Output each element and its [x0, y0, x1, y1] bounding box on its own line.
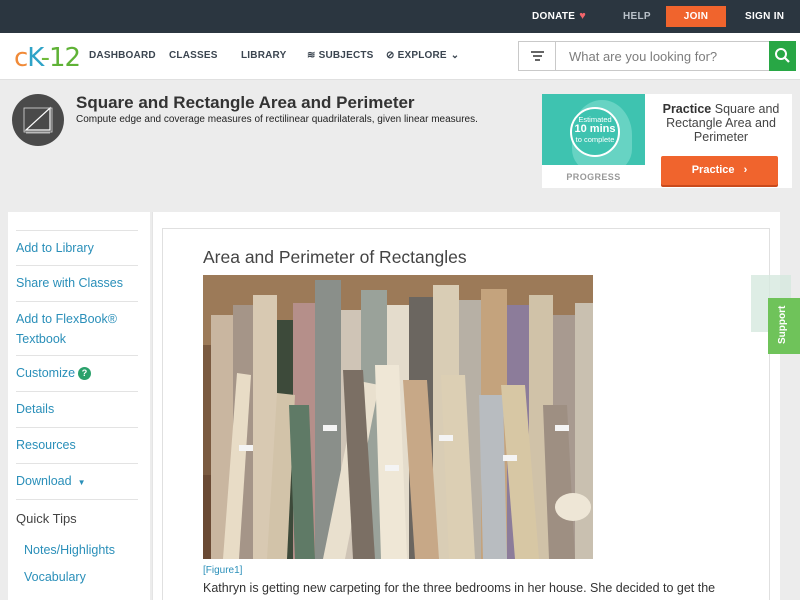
estimate-line-3: to complete [575, 135, 615, 144]
practice-thumbnail[interactable]: Estimated 10 mins to complete [542, 94, 645, 165]
add-to-flexbook-link[interactable]: Add to FlexBook® Textbook [16, 302, 138, 356]
content-card: Area and Perimeter of Rectangles [Figure… [162, 228, 770, 600]
resources-link[interactable]: Resources [16, 428, 138, 464]
logo-k: K [27, 43, 41, 73]
estimate-line-2: 10 mins [574, 123, 616, 135]
details-link[interactable]: Details [16, 392, 138, 428]
notes-highlights-link[interactable]: Notes/Highlights [24, 543, 115, 557]
filter-line-2 [533, 55, 542, 57]
support-label: Support [777, 305, 788, 344]
chevron-right-icon: › [743, 164, 748, 176]
search-bar [518, 41, 796, 71]
practice-button[interactable]: Practice › [661, 156, 778, 185]
heart-icon: ♥ [579, 10, 587, 22]
page-subtitle: Compute edge and coverage measures of re… [76, 114, 478, 125]
page-title: Square and Rectangle Area and Perimeter [76, 93, 415, 112]
download-link[interactable]: Download ▼ [16, 464, 138, 500]
nav-classes[interactable]: CLASSES [169, 50, 218, 61]
search-button[interactable] [769, 41, 796, 71]
chevron-down-icon: ⌄ [450, 50, 460, 61]
logo-dash: - [40, 43, 50, 73]
add-to-library-link[interactable]: Add to Library [16, 230, 138, 266]
sign-in-link[interactable]: SIGN IN [745, 0, 784, 33]
join-button[interactable]: JOIN [666, 6, 726, 27]
support-tab[interactable]: Support [768, 298, 800, 354]
filter-button[interactable] [519, 42, 556, 70]
progress-label: PROGRESS [566, 172, 621, 182]
practice-button-label: Practice [691, 164, 735, 176]
practice-card: Estimated 10 mins to complete PROGRESS P… [542, 94, 792, 188]
help-circle-icon: ? [78, 367, 92, 380]
nav-explore[interactable]: ⊘ EXPLORE ⌄ [386, 50, 459, 61]
figure-caption[interactable]: [Figure1] [203, 565, 242, 576]
search-input[interactable] [557, 42, 769, 70]
main-nav: cK-12 DASHBOARD CLASSES LIBRARY ≋ SUBJECT… [0, 33, 800, 80]
concept-icon [12, 94, 64, 146]
nav-subjects[interactable]: ≋ SUBJECTS [307, 50, 374, 61]
article-body: Kathryn is getting new carpeting for the… [203, 581, 716, 595]
sidebar: Add to Library Share with Classes Add to… [8, 212, 150, 600]
customize-link[interactable]: Customize? [16, 356, 138, 392]
carpet-rolls-image [203, 275, 593, 559]
logo-c: c [14, 43, 28, 73]
carpet-rolls-photo [203, 275, 593, 559]
top-bar: DONATE ♥ HELP JOIN SIGN IN [0, 0, 800, 33]
practice-title-bold: Practice [662, 102, 712, 116]
practice-title: Practice Square and Rectangle Area and P… [652, 102, 790, 144]
help-link[interactable]: HELP [623, 0, 651, 33]
share-with-classes-link[interactable]: Share with Classes [16, 266, 138, 302]
compass-icon: ⊘ [386, 50, 395, 61]
ck12-logo[interactable]: cK-12 [14, 43, 81, 73]
customize-label: Customize [16, 366, 76, 380]
nav-dashboard[interactable]: DASHBOARD [89, 50, 156, 61]
nav-library[interactable]: LIBRARY [241, 50, 286, 61]
main-content: Area and Perimeter of Rectangles [Figure… [152, 212, 780, 600]
search-icon [775, 48, 790, 63]
quick-tips-heading: Quick Tips [16, 511, 77, 526]
geometry-icon [23, 106, 53, 134]
filter-line-3 [535, 59, 540, 61]
download-label: Download [16, 474, 72, 488]
stack-icon: ≋ [307, 50, 316, 61]
caret-down-icon: ▼ [77, 478, 86, 487]
nav-explore-label: EXPLORE [397, 50, 447, 61]
article-title: Area and Perimeter of Rectangles [203, 247, 467, 267]
logo-number: 12 [49, 43, 81, 73]
donate-label: DONATE [532, 11, 576, 22]
donate-link[interactable]: DONATE ♥ [532, 0, 586, 33]
estimate-badge: Estimated 10 mins to complete [570, 107, 620, 157]
nav-subjects-label: SUBJECTS [318, 50, 374, 61]
filter-line-1 [531, 51, 544, 53]
vocabulary-link[interactable]: Vocabulary [24, 570, 86, 584]
